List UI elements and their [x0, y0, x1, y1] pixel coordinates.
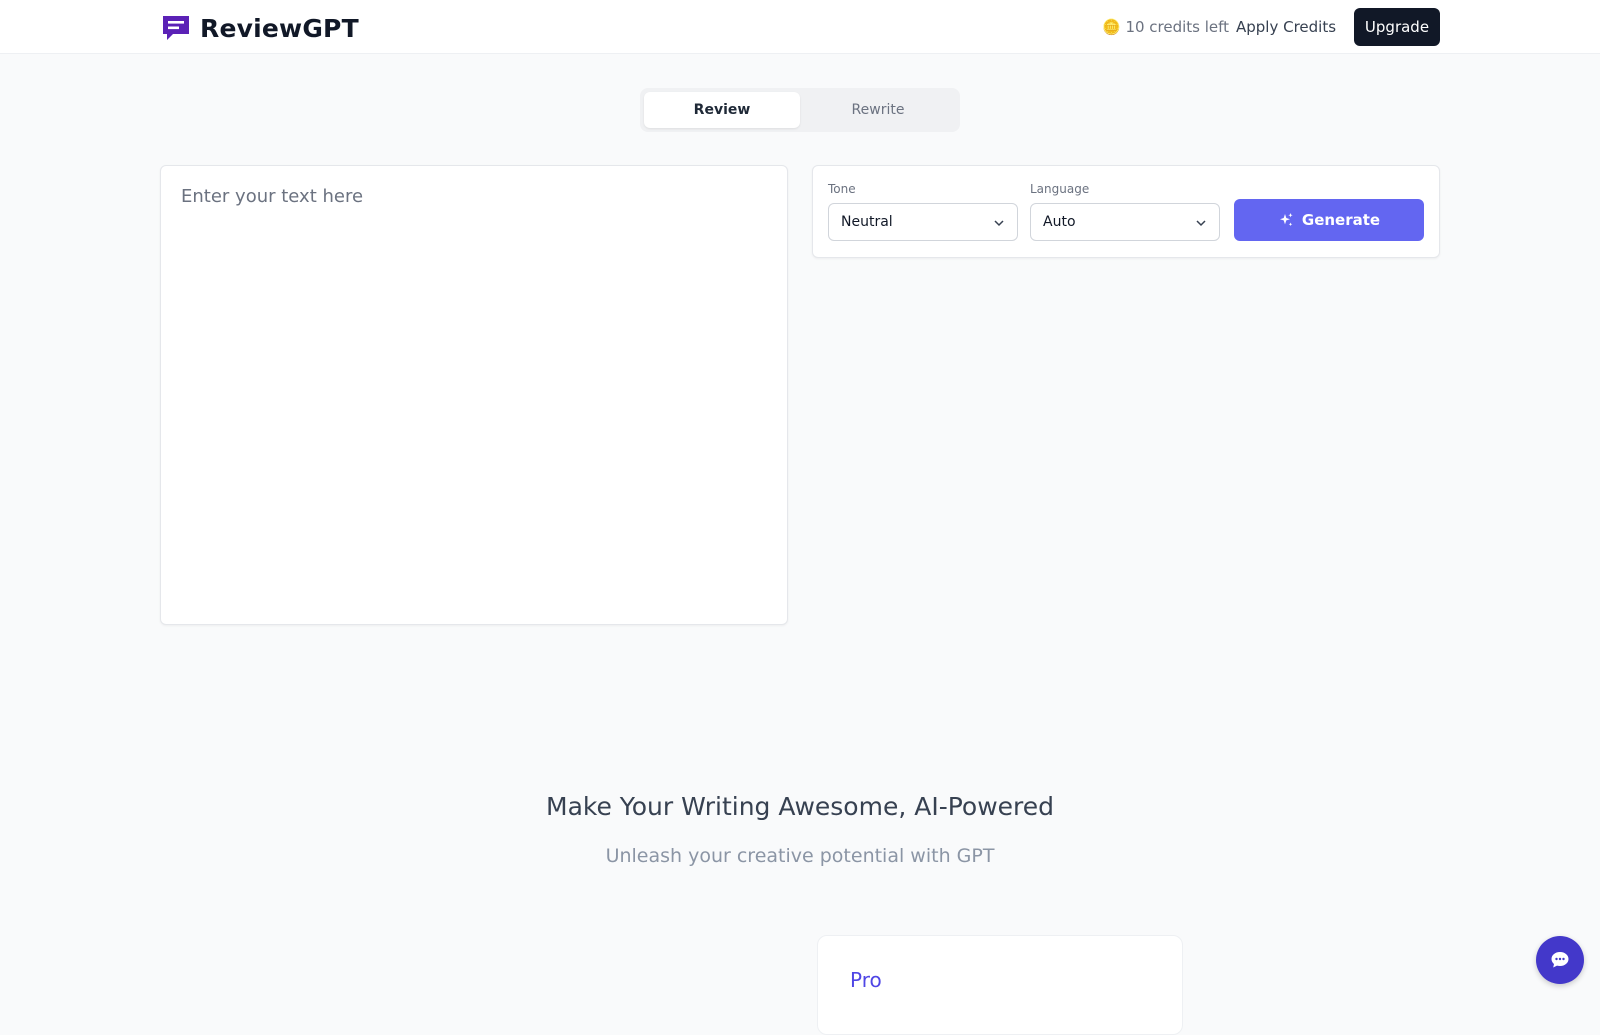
tab-rewrite[interactable]: Rewrite	[800, 92, 956, 128]
credits-remaining: 🪙 10 credits left	[1102, 18, 1230, 36]
tone-select[interactable]: Neutral	[828, 203, 1018, 241]
chat-bubble-icon	[1551, 952, 1569, 968]
language-select[interactable]: Auto	[1030, 203, 1220, 241]
generate-button[interactable]: Generate	[1234, 199, 1424, 241]
text-input[interactable]	[161, 166, 787, 624]
chevron-down-icon	[994, 220, 1004, 227]
logo[interactable]: ReviewGPT	[161, 13, 359, 43]
generation-controls: Tone Neutral Language Auto Generate	[812, 165, 1440, 258]
hero-subtitle: Unleash your creative potential with GPT	[605, 845, 995, 867]
top-navbar: ReviewGPT 🪙 10 credits left Apply Credit…	[0, 0, 1600, 54]
tone-value: Neutral	[841, 214, 893, 230]
app-name: ReviewGPT	[200, 13, 359, 43]
language-value: Auto	[1043, 214, 1076, 230]
chevron-down-icon	[1196, 220, 1206, 227]
text-input-card	[160, 165, 788, 625]
plan-name: Pro	[850, 968, 882, 992]
generate-label: Generate	[1301, 211, 1381, 229]
hero-title: Make Your Writing Awesome, AI-Powered	[546, 792, 1054, 821]
pricing-card-pro: Pro	[817, 935, 1183, 1035]
tab-review[interactable]: Review	[644, 92, 800, 128]
mode-tabs: Review Rewrite	[640, 88, 960, 132]
language-label: Language	[1030, 182, 1090, 196]
tone-label: Tone	[828, 182, 856, 196]
chat-support-button[interactable]	[1536, 936, 1584, 984]
sparkles-icon	[1279, 213, 1293, 227]
chat-logo-icon	[163, 16, 189, 40]
apply-credits-link[interactable]: Apply Credits	[1236, 18, 1336, 36]
upgrade-button[interactable]: Upgrade	[1354, 8, 1440, 46]
